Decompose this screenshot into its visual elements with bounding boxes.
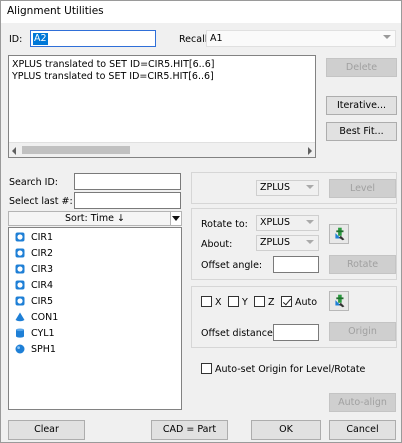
sort-label: Sort: Time ↓ [65, 213, 125, 224]
chevron-down-icon [306, 220, 314, 224]
auto-label: Auto [295, 297, 318, 308]
select-last-label: Select last #: [9, 196, 73, 207]
rotate-to-dropdown[interactable]: XPLUS [256, 215, 319, 231]
id-input-value: A2 [33, 33, 48, 45]
chevron-down-icon [383, 35, 391, 39]
chevron-down-icon [306, 240, 314, 244]
circle-icon [15, 280, 25, 290]
z-checkbox[interactable] [254, 296, 265, 307]
recall-dropdown[interactable]: A1 [206, 30, 396, 47]
log-line: YPLUS translated to SET ID=CIR5.HIT[6..6… [12, 71, 214, 82]
feature-name: CIR4 [31, 280, 54, 291]
cone-icon [15, 312, 25, 322]
log-line: XPLUS translated to SET ID=CIR5.HIT[6..6… [12, 59, 215, 70]
title-bar: Alignment Utilities [1, 1, 401, 23]
search-id-input[interactable] [74, 173, 181, 190]
probe-pick-icon [335, 227, 345, 241]
feature-name: CIR1 [31, 232, 54, 243]
offset-distance-label: Offset distance: [201, 328, 277, 339]
horizontal-scrollbar[interactable] [9, 142, 315, 157]
origin-pick-button[interactable] [329, 291, 349, 311]
offset-distance-input[interactable] [273, 324, 319, 341]
x-label: X [215, 297, 222, 308]
select-last-input[interactable] [74, 192, 181, 209]
log-panel[interactable]: XPLUS translated to SET ID=CIR5.HIT[6..6… [8, 55, 316, 158]
circle-icon [15, 232, 25, 242]
y-checkbox[interactable] [228, 296, 239, 307]
feature-name: CON1 [31, 312, 59, 323]
circle-icon [15, 264, 25, 274]
offset-angle-label: Offset angle: [201, 260, 263, 271]
delete-button[interactable]: Delete [326, 58, 397, 77]
about-label: About: [201, 239, 233, 250]
y-label: Y [242, 297, 248, 308]
cad-equals-part-button[interactable]: CAD = Part [151, 420, 228, 440]
feature-name: SPH1 [31, 344, 56, 355]
feature-name: CYL1 [31, 328, 55, 339]
offset-angle-input[interactable] [273, 256, 319, 273]
rotate-to-value: XPLUS [260, 217, 291, 228]
rotate-button[interactable]: Rotate [329, 255, 396, 274]
id-input[interactable]: A2 [30, 30, 156, 47]
recall-value: A1 [210, 33, 223, 44]
about-value: ZPLUS [260, 237, 291, 248]
sphere-icon [15, 344, 25, 354]
sort-menu-button[interactable] [170, 211, 182, 226]
auto-checkbox[interactable] [281, 296, 292, 307]
id-label: ID: [9, 34, 23, 45]
auto-set-origin-checkbox[interactable] [201, 363, 212, 374]
probe-pick-icon [335, 294, 345, 308]
level-axis-dropdown[interactable]: ZPLUS [256, 180, 319, 196]
circle-icon [15, 248, 25, 258]
level-button[interactable]: Level [329, 179, 396, 198]
feature-name: CIR3 [31, 264, 54, 275]
scroll-left-icon[interactable] [12, 147, 16, 155]
rotate-to-label: Rotate to: [201, 219, 248, 230]
about-dropdown[interactable]: ZPLUS [256, 235, 319, 251]
chevron-down-icon [306, 185, 314, 189]
feature-name: CIR5 [31, 296, 54, 307]
scrollbar-thumb[interactable] [22, 146, 130, 154]
scroll-right-icon[interactable] [308, 147, 312, 155]
ok-button[interactable]: OK [251, 420, 321, 440]
auto-align-button[interactable]: Auto-align [329, 393, 396, 412]
best-fit-button[interactable]: Best Fit... [326, 122, 397, 141]
rotate-pick-button[interactable] [329, 224, 349, 244]
origin-button[interactable]: Origin [329, 322, 396, 341]
dialog-title: Alignment Utilities [7, 5, 104, 17]
caret-down-icon [172, 216, 180, 221]
circle-icon [15, 296, 25, 306]
search-id-label: Search ID: [9, 177, 58, 188]
cylinder-icon [16, 328, 24, 338]
level-axis-value: ZPLUS [260, 182, 291, 193]
x-checkbox[interactable] [201, 296, 212, 307]
feature-name: CIR2 [31, 248, 54, 259]
clear-button[interactable]: Clear [8, 420, 85, 440]
z-label: Z [268, 297, 275, 308]
alignment-utilities-dialog: Alignment Utilities ID: A2 Recall: A1 XP… [0, 0, 402, 443]
iterative-button[interactable]: Iterative... [326, 96, 397, 115]
auto-set-origin-label: Auto-set Origin for Level/Rotate [215, 364, 366, 375]
cancel-button[interactable]: Cancel [329, 420, 396, 440]
feature-list[interactable]: CIR1 CIR2 CIR3 CIR4 CIR5 CON1 CYL1 SPH1 [8, 227, 182, 410]
sort-header[interactable]: Sort: Time ↓ [8, 211, 182, 226]
